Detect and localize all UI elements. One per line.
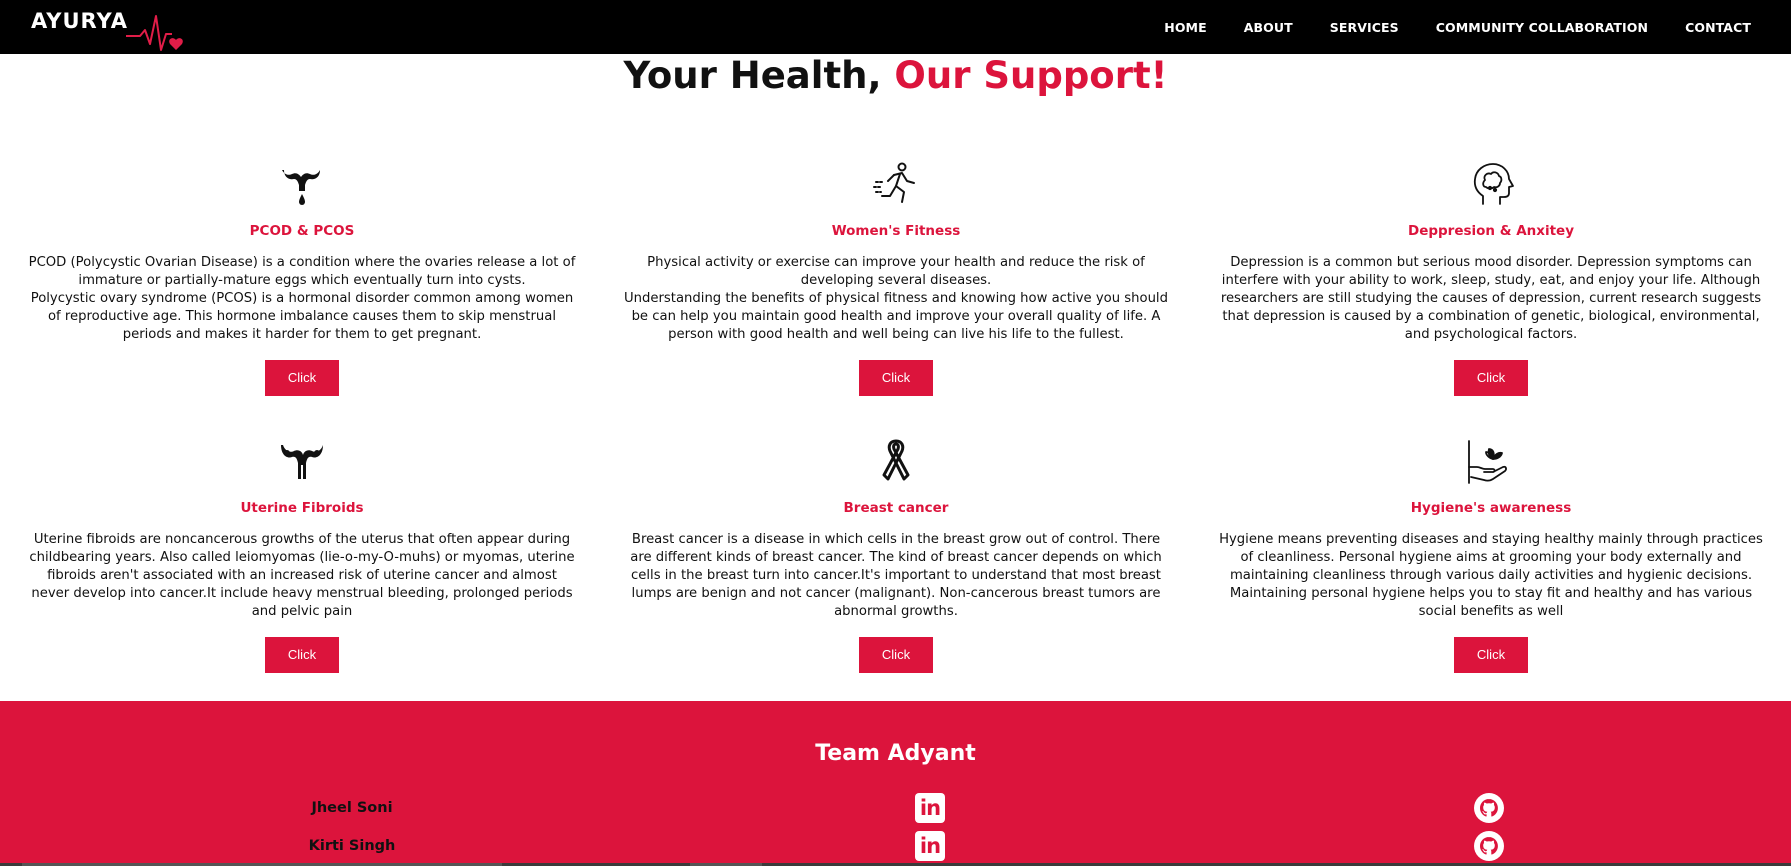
uterus-icon: [281, 445, 323, 479]
linkedin-icon[interactable]: in: [915, 793, 945, 823]
card-desc-line: Depression is a common but serious mood …: [1220, 255, 1762, 342]
card-title: Deppresion & Anxitey: [1407, 223, 1575, 239]
github-icon[interactable]: [1474, 793, 1504, 823]
card-description: Uterine fibroids are noncancerous growth…: [21, 531, 583, 621]
card-desc-line: Polycystic ovary syndrome (PCOS) is a ho…: [30, 291, 574, 342]
brand-logo[interactable]: AYURYA: [31, 9, 186, 54]
card-description: Hygiene means preventing diseases and st…: [1210, 531, 1772, 621]
nav-contact[interactable]: CONTACT: [1685, 20, 1751, 35]
card-title: Hygiene's awareness: [1410, 500, 1572, 516]
card-description: Breast cancer is a disease in which cell…: [615, 531, 1177, 621]
service-card-hygiene: Hygiene's awareness Hygiene means preven…: [1210, 437, 1772, 673]
click-button-pcod[interactable]: Click: [265, 360, 339, 396]
member-name: Kirti Singh: [308, 838, 396, 854]
click-button-depression[interactable]: Click: [1454, 360, 1528, 396]
nav-home[interactable]: HOME: [1164, 20, 1206, 35]
nav-community-collaboration[interactable]: COMMUNITY COLLABORATION: [1436, 20, 1648, 35]
member-name: Jheel Soni: [311, 800, 393, 816]
card-description: Depression is a common but serious mood …: [1210, 254, 1772, 344]
nav-links: HOME ABOUT SERVICES COMMUNITY COLLABORAT…: [1127, 0, 1751, 54]
service-card-fibroids: Uterine Fibroids Uterine fibroids are no…: [21, 437, 583, 673]
card-description: Physical activity or exercise can improv…: [615, 254, 1177, 344]
brand-name: AYURYA: [31, 9, 128, 33]
card-desc-line: Physical activity or exercise can improv…: [647, 255, 1145, 288]
awareness-ribbon-icon: [882, 439, 910, 481]
card-desc-line: Uterine fibroids are noncancerous growth…: [29, 532, 575, 619]
title-part-accent: Our Support!: [894, 54, 1168, 97]
card-description: PCOD (Polycystic Ovarian Disease) is a c…: [21, 254, 583, 344]
team-member-row: Jheel Soni in: [0, 793, 1791, 823]
uterus-drop-icon: [282, 170, 320, 205]
service-card-pcod: PCOD & PCOS PCOD (Polycystic Ovarian Dis…: [21, 160, 583, 396]
card-desc-line: Understanding the benefits of physical f…: [624, 291, 1168, 342]
running-person-icon: [873, 162, 915, 203]
service-card-fitness: Women's Fitness Physical activity or exe…: [615, 160, 1177, 396]
click-button-breast-cancer[interactable]: Click: [859, 637, 933, 673]
linkedin-icon[interactable]: in: [915, 831, 945, 861]
card-desc-line: PCOD (Polycystic Ovarian Disease) is a c…: [28, 255, 576, 288]
card-title: Uterine Fibroids: [240, 500, 364, 516]
card-title: Women's Fitness: [831, 223, 961, 239]
card-desc-line: Hygiene means preventing diseases and st…: [1219, 532, 1763, 619]
click-button-fibroids[interactable]: Click: [265, 637, 339, 673]
service-card-depression: Deppresion & Anxitey Depression is a com…: [1210, 160, 1772, 396]
title-part-dark: Your Health,: [623, 54, 895, 97]
card-desc-line: Breast cancer is a disease in which cell…: [630, 532, 1162, 619]
navbar: AYURYA HOME ABOUT SERVICES COMMUNITY COL…: [0, 0, 1791, 54]
service-card-breast-cancer: Breast cancer Breast cancer is a disease…: [615, 437, 1177, 673]
card-title: Breast cancer: [843, 500, 949, 516]
click-button-hygiene[interactable]: Click: [1454, 637, 1528, 673]
github-icon[interactable]: [1474, 831, 1504, 861]
team-member-row: Kirti Singh in: [0, 831, 1791, 861]
click-button-fitness[interactable]: Click: [859, 360, 933, 396]
footer-title: Team Adyant: [815, 741, 976, 766]
nav-about[interactable]: ABOUT: [1244, 20, 1293, 35]
card-title: PCOD & PCOS: [249, 223, 355, 239]
heartbeat-heart-icon: [125, 15, 183, 51]
nav-services[interactable]: SERVICES: [1330, 20, 1399, 35]
page-title: Your Health, Our Support!: [0, 54, 1791, 98]
hand-lotus-icon: [1468, 440, 1507, 484]
head-brain-icon: [1473, 163, 1514, 205]
footer: Team Adyant Jheel Soni in Kirti Singh in: [0, 701, 1791, 866]
